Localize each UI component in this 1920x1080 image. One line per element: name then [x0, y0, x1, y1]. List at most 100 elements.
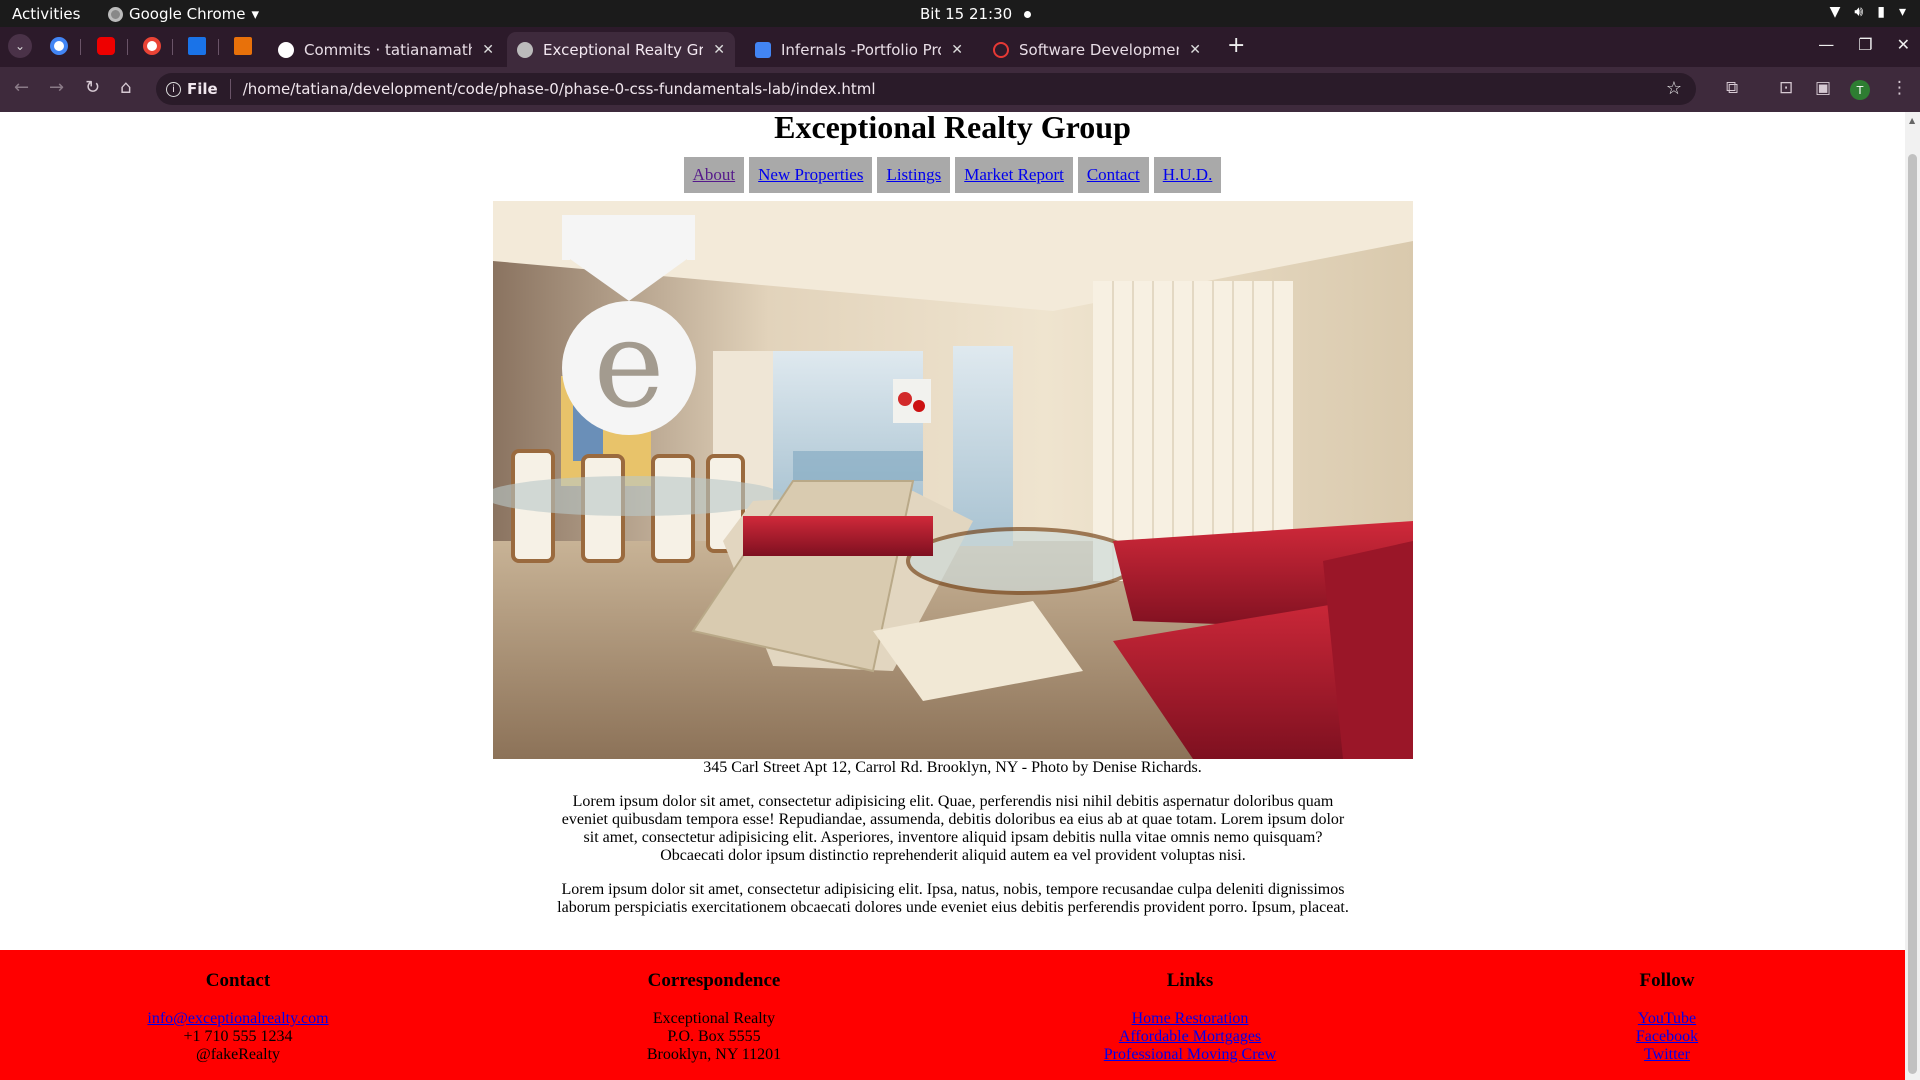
- close-icon[interactable]: ✕: [482, 42, 494, 58]
- address-url[interactable]: /home/tatiana/development/code/phase-0/p…: [243, 80, 876, 98]
- github-icon: [278, 41, 294, 58]
- photo-caption: 345 Carl Street Apt 12, Carrol Rd. Brook…: [703, 759, 1202, 776]
- globe-icon: [517, 41, 533, 58]
- svg-text:e: e: [593, 296, 664, 435]
- close-window-icon[interactable]: ✕: [1897, 35, 1910, 54]
- tab-infernals[interactable]: Infernals -Portfolio Proje ✕: [745, 32, 973, 67]
- page-viewport: Exceptional Realty Group About New Prope…: [0, 112, 1905, 1080]
- scroll-up-icon[interactable]: ▲: [1909, 116, 1915, 125]
- close-icon[interactable]: ✕: [1189, 42, 1201, 58]
- nav-hud[interactable]: H.U.D.: [1153, 157, 1222, 193]
- activities-button[interactable]: Activities: [12, 5, 80, 23]
- footer-heading: Correspondence: [647, 970, 781, 991]
- address-bar[interactable]: i File /home/tatiana/development/code/ph…: [156, 73, 1696, 105]
- hero-image: e: [493, 201, 1413, 759]
- minimize-icon[interactable]: —: [1818, 35, 1834, 54]
- system-top-bar: Activities Google Chrome ▾ Bit 15 21:30 …: [0, 0, 1920, 27]
- app-menu[interactable]: Google Chrome ▾: [108, 5, 259, 23]
- tab-strip: ⌄ Commits · tatianamathia ✕ Exceptional …: [0, 27, 1920, 67]
- living-room-photo: e: [493, 201, 1413, 759]
- address-separator: [229, 79, 231, 99]
- google-icon[interactable]: [143, 37, 161, 55]
- flatiron-icon: [993, 41, 1009, 58]
- menu-icon[interactable]: ⋮: [1891, 78, 1908, 98]
- footer-link-youtube[interactable]: YouTube: [1429, 1010, 1905, 1028]
- footer-address-line: P.O. Box 5555: [667, 1028, 761, 1045]
- nav-new-properties[interactable]: New Properties: [749, 157, 873, 193]
- footer-link-affordable-mortgages[interactable]: Affordable Mortgages: [952, 1028, 1428, 1046]
- tab-title: Infernals -Portfolio Proje: [781, 40, 941, 59]
- footer-heading: Contact: [205, 970, 271, 991]
- battery-icon: ▮: [1877, 4, 1885, 20]
- tab-separator: [80, 39, 81, 55]
- tab-separator: [127, 39, 128, 55]
- main-nav: About New Properties Listings Market Rep…: [0, 157, 1905, 193]
- sourcetree-icon[interactable]: [234, 37, 252, 55]
- profile-avatar[interactable]: T: [1850, 80, 1870, 100]
- page-scrollbar[interactable]: ▲: [1905, 112, 1920, 1080]
- tab-commits[interactable]: Commits · tatianamathia ✕: [268, 32, 504, 67]
- tab-separator: [172, 39, 173, 55]
- cast-icon[interactable]: ⊡: [1779, 78, 1793, 98]
- notification-dot-icon: [1024, 11, 1032, 18]
- secondary-paragraph: Lorem ipsum dolor sit amet, consectetur …: [557, 881, 1349, 916]
- nav-about[interactable]: About: [683, 157, 745, 193]
- footer-heading: Links: [1166, 970, 1214, 991]
- footer-link-moving-crew[interactable]: Professional Moving Crew: [952, 1046, 1428, 1064]
- footer-handle: @fakeRealty: [195, 1046, 281, 1063]
- browser-toolbar: ← → ↻ ⌂ i File /home/tatiana/development…: [0, 67, 1920, 112]
- close-icon[interactable]: ✕: [713, 42, 725, 58]
- volume-icon: 🔊︎: [1854, 4, 1864, 20]
- footer-link-home-restoration[interactable]: Home Restoration: [952, 1010, 1428, 1028]
- chevron-down-icon: ⌄: [14, 39, 26, 53]
- scrollbar-thumb[interactable]: [1908, 154, 1917, 1074]
- page-title: Exceptional Realty Group: [774, 112, 1131, 145]
- footer-links: Links Home Restoration Affordable Mortga…: [952, 950, 1428, 1064]
- nav-market-report[interactable]: Market Report: [955, 157, 1073, 193]
- info-icon[interactable]: i: [166, 81, 181, 97]
- chrome-icon: [108, 6, 123, 22]
- tab-title: Exceptional Realty Group: [543, 40, 704, 59]
- footer-link-twitter[interactable]: Twitter: [1429, 1046, 1905, 1064]
- restore-icon[interactable]: ❐: [1858, 35, 1872, 54]
- tab-search-button[interactable]: ⌄: [8, 34, 32, 58]
- chevron-down-icon: ▾: [251, 5, 260, 23]
- footer-email-link[interactable]: info@exceptionalrealty.com: [0, 1010, 476, 1028]
- tab-title: Software Development I: [1019, 40, 1179, 59]
- tab-exceptional-realty[interactable]: Exceptional Realty Group ✕: [507, 32, 735, 67]
- reload-icon[interactable]: ↻: [85, 77, 100, 98]
- google-icon[interactable]: [50, 37, 68, 55]
- wifi-icon: ▼: [1829, 4, 1841, 20]
- chevron-down-icon: ▾: [1898, 4, 1906, 20]
- footer-address-line: Brooklyn, NY 11201: [646, 1046, 782, 1063]
- site-footer: Contact info@exceptionalrealty.com +1 71…: [0, 950, 1905, 1080]
- app-name: Google Chrome: [129, 5, 246, 23]
- footer-address-line: Exceptional Realty: [652, 1010, 776, 1027]
- clock-text: Bit 15 21:30: [920, 5, 1013, 23]
- tab-title: Commits · tatianamathia: [304, 40, 473, 59]
- tab-software-development[interactable]: Software Development I ✕: [983, 32, 1211, 67]
- footer-correspondence: Correspondence Exceptional Realty P.O. B…: [476, 950, 952, 1064]
- footer-contact: Contact info@exceptionalrealty.com +1 71…: [0, 950, 476, 1064]
- back-icon[interactable]: ←: [14, 77, 29, 98]
- footer-follow: Follow YouTube Facebook Twitter: [1429, 950, 1905, 1064]
- close-icon[interactable]: ✕: [951, 42, 963, 58]
- new-tab-button[interactable]: +: [1227, 33, 1245, 58]
- footer-heading: Follow: [1639, 970, 1695, 991]
- youtube-icon[interactable]: [97, 37, 115, 55]
- clock[interactable]: Bit 15 21:30: [920, 5, 1032, 23]
- tab-separator: [218, 39, 219, 55]
- intro-paragraph: Lorem ipsum dolor sit amet, consectetur …: [561, 793, 1345, 864]
- footer-link-facebook[interactable]: Facebook: [1429, 1028, 1905, 1046]
- address-scheme: File: [187, 80, 218, 98]
- forward-icon[interactable]: →: [49, 77, 64, 98]
- nav-contact[interactable]: Contact: [1077, 157, 1149, 193]
- system-status[interactable]: ▼ 🔊︎ ▮ ▾: [1830, 4, 1906, 20]
- home-icon[interactable]: ⌂: [120, 77, 131, 98]
- azure-icon[interactable]: [188, 37, 206, 55]
- nav-listings[interactable]: Listings: [877, 157, 951, 193]
- bookmark-star-icon[interactable]: ☆: [1666, 78, 1682, 99]
- extensions-icon[interactable]: ⧉: [1726, 78, 1738, 98]
- side-panel-icon[interactable]: ▣: [1815, 78, 1831, 98]
- footer-phone: +1 710 555 1234: [183, 1028, 293, 1045]
